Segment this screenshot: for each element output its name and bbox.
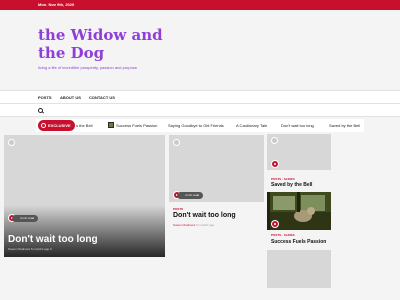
side-post-title[interactable]: Success Fuels Passion [271, 239, 326, 245]
side-post-title[interactable]: Saved by the Bell [271, 182, 312, 188]
exclusive-label: EXCLUSIVE [38, 120, 75, 131]
ticker-item[interactable]: A Cautionary Tale [236, 123, 267, 128]
site-title[interactable]: the Widow and the Dog [38, 26, 163, 62]
primary-nav: POSTS ABOUT US CONTACT US [0, 90, 400, 104]
format-icon [271, 160, 279, 168]
current-date: Mon. Nov 9th, 2020 [38, 2, 75, 7]
record-icon [41, 123, 46, 128]
read-time-badge: 4 min read [12, 215, 39, 222]
news-ticker: EXCLUSIVE s the Bell Success Fuels Passi… [36, 119, 364, 132]
top-bar: Mon. Nov 9th, 2020 [0, 0, 400, 10]
side-post-category[interactable]: POSTS · SLIDES [271, 233, 295, 237]
nav-item-about-us[interactable]: ABOUT US [60, 95, 81, 100]
side-post-category[interactable]: POSTS · SLIDES [271, 177, 295, 181]
side-post-photo[interactable] [267, 192, 331, 230]
format-icon [271, 220, 279, 228]
ticker-item[interactable]: s the Bell [76, 123, 92, 128]
post-author[interactable]: Susan Chalmers [173, 223, 195, 227]
play-icon [271, 137, 278, 144]
ticker-thumbnail [108, 122, 114, 128]
search-row [0, 104, 400, 117]
post-time: 5 months ago [196, 223, 215, 227]
site-title-line2[interactable]: the Dog [38, 44, 163, 62]
post-title[interactable]: Don't wait too long [173, 212, 236, 219]
post-meta: Susan Chalmers 5 months ago [173, 223, 214, 227]
featured-post-meta: Susan Chalmers 5 months ago 0 [8, 247, 52, 251]
ticker-item[interactable]: Saved by the Bell [329, 123, 360, 128]
exclusive-label-text: EXCLUSIVE [48, 123, 71, 128]
ticker-item[interactable]: Success Fuels Passion [116, 123, 157, 128]
search-icon[interactable] [38, 108, 43, 113]
ticker-item[interactable]: Saying Goodbye to Old Friends [168, 123, 224, 128]
site-branding: the Widow and the Dog living a life of i… [38, 26, 163, 70]
play-icon [8, 139, 15, 146]
play-icon [173, 139, 180, 146]
read-time-badge: 4 min read [177, 192, 204, 199]
side-post-image[interactable] [267, 250, 331, 288]
site-title-line1[interactable]: the Widow and [38, 26, 163, 44]
post-category[interactable]: POSTS [173, 207, 183, 211]
featured-post-title[interactable]: Don't wait too long [8, 234, 98, 245]
nav-item-contact-us[interactable]: CONTACT US [89, 95, 115, 100]
site-tagline: living a life of incredible prosperity, … [38, 65, 138, 70]
nav-item-posts[interactable]: POSTS [38, 95, 52, 100]
ticker-item[interactable]: Don't wait too long [281, 123, 314, 128]
